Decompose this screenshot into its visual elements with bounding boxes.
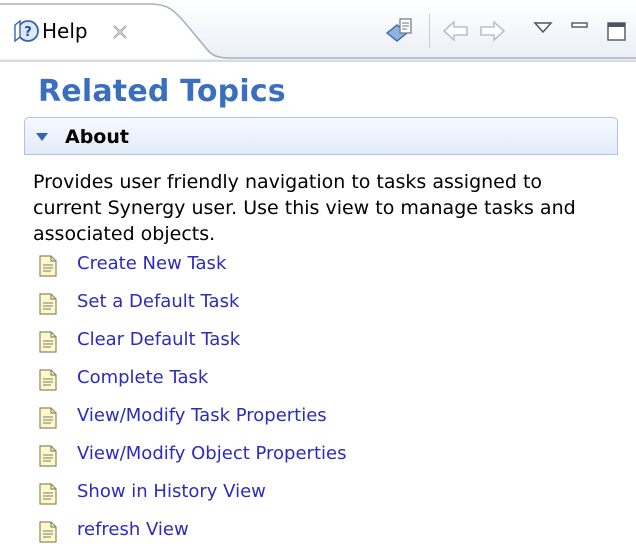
link-complete-task[interactable]: Complete Task [77,367,208,388]
section-description: Provides user friendly navigation to tas… [33,171,576,245]
document-icon [39,407,57,429]
link-view-modify-object-properties[interactable]: View/Modify Object Properties [77,443,346,464]
close-icon[interactable] [110,22,130,42]
document-icon [39,483,57,505]
document-icon [39,445,57,467]
link-set-default-task[interactable]: Set a Default Task [77,291,239,312]
view-menu-button[interactable] [532,15,554,47]
maximize-button[interactable] [605,15,629,47]
document-icon [39,293,57,315]
toolbar-separator [429,14,430,48]
link-show-in-history-view[interactable]: Show in History View [77,481,266,502]
minimize-button[interactable] [569,15,591,47]
about-section-header[interactable]: About [24,117,618,155]
view-tab-strip: ? Help [0,0,636,62]
link-refresh-view[interactable]: refresh View [77,519,189,540]
document-icon [39,255,57,277]
forward-arrow-icon [480,20,506,42]
forward-button[interactable] [477,15,507,47]
svg-text:?: ? [24,25,32,40]
link-clear-default-task[interactable]: Clear Default Task [77,329,240,350]
triangle-down-icon[interactable] [35,131,49,143]
document-icon [39,521,57,543]
back-button[interactable] [441,15,471,47]
show-in-external-window-button[interactable] [383,15,415,47]
minimize-icon [571,22,588,28]
view-menu-icon [533,22,553,34]
maximize-icon [607,22,626,41]
document-icon [39,369,57,391]
link-create-new-task[interactable]: Create New Task [77,253,226,274]
show-in-external-window-icon [385,18,412,42]
document-icon [39,331,57,353]
tab-label: Help [42,19,88,43]
section-title: About [65,126,129,148]
link-view-modify-task-properties[interactable]: View/Modify Task Properties [77,405,327,426]
back-arrow-icon [442,20,468,42]
page-title: Related Topics [38,74,286,109]
help-question-icon: ? [14,19,39,43]
